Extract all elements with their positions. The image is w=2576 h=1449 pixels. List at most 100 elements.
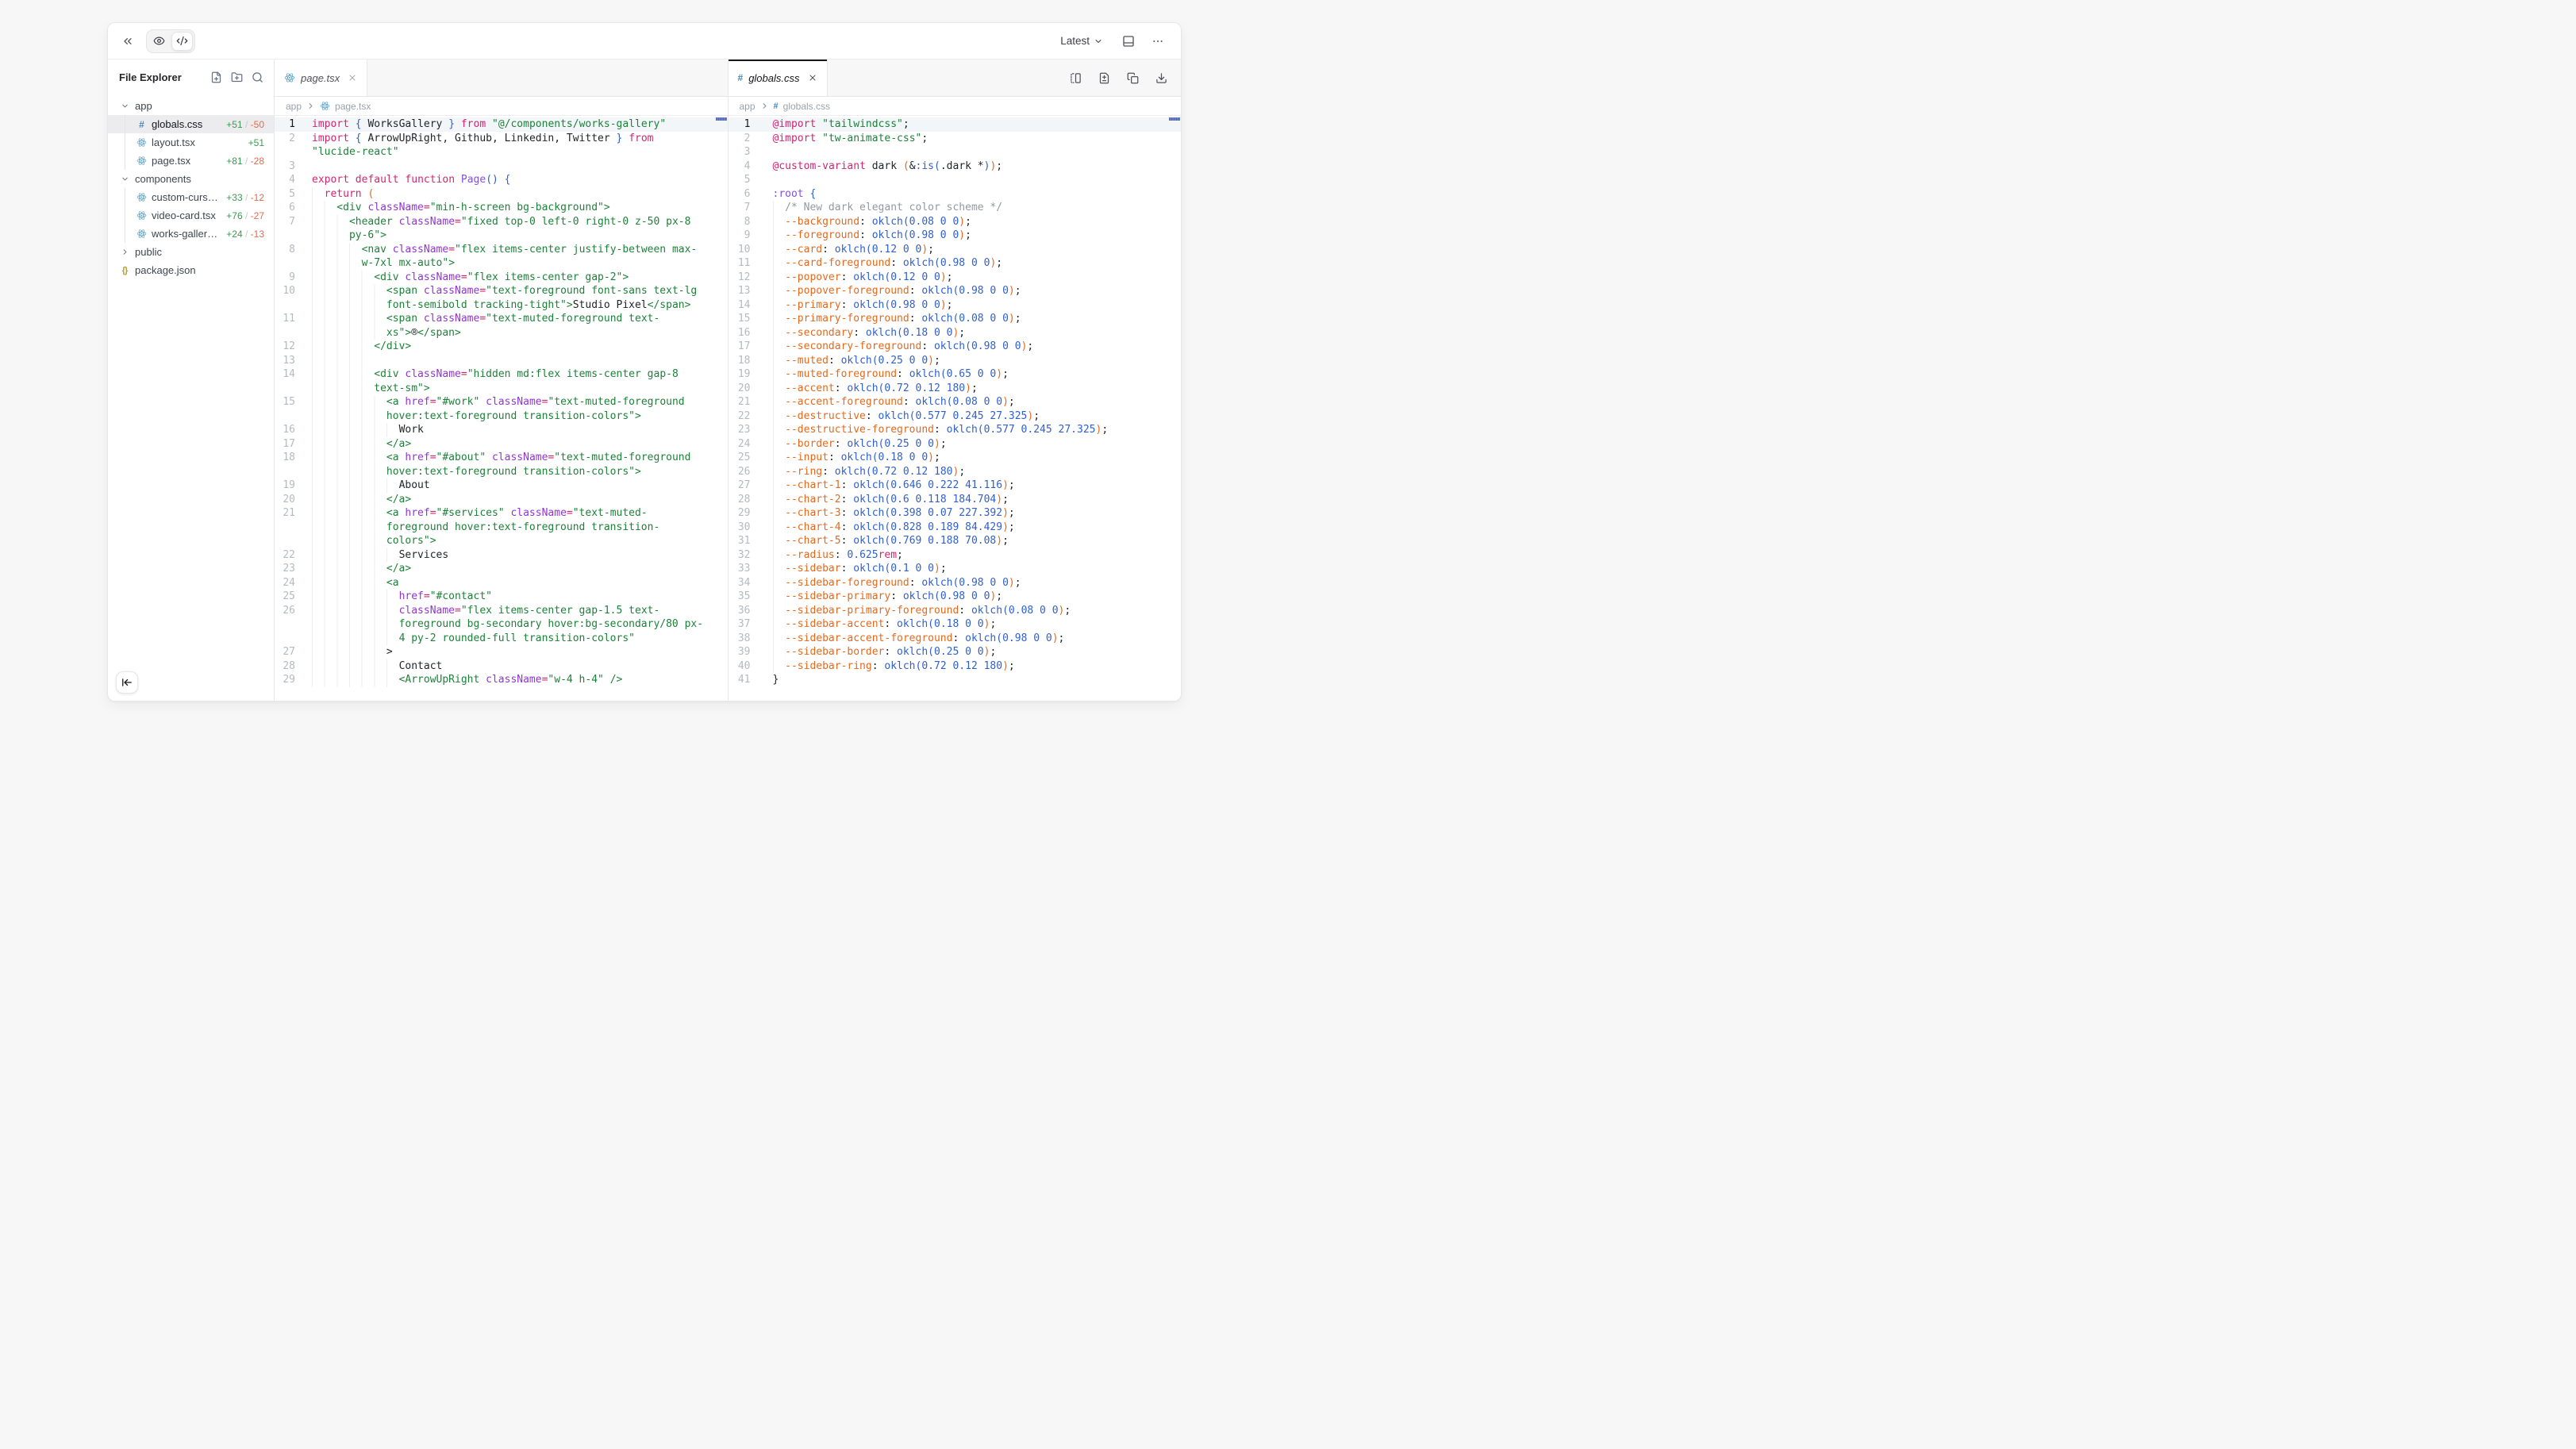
code-text xyxy=(312,354,728,368)
react-icon xyxy=(136,229,147,239)
code-line: 33--sidebar: oklch(0.1 0 0); xyxy=(729,562,1182,576)
code-text: Contact xyxy=(312,659,728,674)
tree-item-app[interactable]: app xyxy=(108,97,274,115)
line-number: 19 xyxy=(729,367,757,382)
line-number: 17 xyxy=(729,340,757,354)
tree-item-page.tsx[interactable]: page.tsx+81 / -28 xyxy=(108,152,274,170)
code-text: --chart-1: oklch(0.646 0.222 41.116); xyxy=(773,479,1182,493)
code-text: @import "tailwindcss"; xyxy=(773,117,1182,132)
code-text: <div className="flex items-center gap-2"… xyxy=(312,271,728,285)
line-number: 4 xyxy=(729,160,757,174)
close-tab-button[interactable] xyxy=(808,73,817,83)
code-text: /* New dark elegant color scheme */ xyxy=(773,201,1182,215)
code-line: 3 xyxy=(275,160,728,174)
line-number: 20 xyxy=(275,493,302,507)
code-line: 8--background: oklch(0.08 0 0); xyxy=(729,215,1182,229)
code-text: --sidebar-border: oklch(0.25 0 0); xyxy=(773,645,1182,659)
tree-item-works-galler-[interactable]: works-galler…+24 / -13 xyxy=(108,225,274,243)
code-line: 2import { ArrowUpRight, Github, Linkedin… xyxy=(275,132,728,160)
code-line: 9--foreground: oklch(0.98 0 0); xyxy=(729,229,1182,243)
collapse-panel-button[interactable] xyxy=(119,33,136,50)
code-line: 4export default function Page() { xyxy=(275,173,728,187)
line-number: 26 xyxy=(729,465,757,479)
code-line: 5 xyxy=(729,173,1182,187)
code-editor-globals-css[interactable]: 1@import "tailwindcss";2@import "tw-anim… xyxy=(729,116,1182,701)
line-number: 16 xyxy=(275,423,302,437)
search-files-button[interactable] xyxy=(252,71,263,83)
code-text: Services xyxy=(312,548,728,563)
code-text xyxy=(312,160,728,174)
code-text: --input: oklch(0.18 0 0); xyxy=(773,451,1182,465)
scrollbar-thumb[interactable] xyxy=(1169,117,1180,121)
line-number: 5 xyxy=(275,187,302,202)
breadcrumb-folder[interactable]: app xyxy=(740,101,755,112)
code-line: 1import { WorksGallery } from "@/compone… xyxy=(275,117,728,132)
tab-globals-css[interactable]: # globals.css xyxy=(729,60,828,96)
css-hash-icon: # xyxy=(136,119,148,130)
file-diff-button[interactable] xyxy=(1096,70,1113,86)
code-line: 17--secondary-foreground: oklch(0.98 0 0… xyxy=(729,340,1182,354)
tree-item-video-card.tsx[interactable]: video-card.tsx+76 / -27 xyxy=(108,206,274,225)
line-number: 2 xyxy=(729,132,757,146)
new-folder-button[interactable] xyxy=(231,71,243,83)
copy-button[interactable] xyxy=(1125,70,1141,86)
tree-item-globals.css[interactable]: #globals.css+51 / -50 xyxy=(108,115,274,133)
css-hash-icon: # xyxy=(738,72,744,83)
tree-item-layout.tsx[interactable]: layout.tsx+51 xyxy=(108,133,274,152)
file-plus-icon xyxy=(210,71,222,83)
close-tab-button[interactable] xyxy=(348,73,357,83)
line-number: 11 xyxy=(275,312,302,340)
code-text: --card: oklch(0.12 0 0); xyxy=(773,243,1182,257)
copy-icon xyxy=(1127,72,1139,84)
collapse-left-button[interactable] xyxy=(116,671,138,694)
code-text: export default function Page() { xyxy=(312,173,728,187)
code-toggle-button[interactable] xyxy=(171,32,193,51)
panel-bottom-button[interactable] xyxy=(1120,33,1137,50)
react-icon xyxy=(136,137,147,148)
code-line: 21--accent-foreground: oklch(0.08 0 0); xyxy=(729,395,1182,409)
download-icon xyxy=(1155,72,1167,84)
panel-bottom-icon xyxy=(1122,35,1135,48)
breadcrumb-folder[interactable]: app xyxy=(286,101,302,112)
tab-bar-left: page.tsx xyxy=(275,60,728,97)
tab-label: page.tsx xyxy=(301,72,340,84)
code-line: 15<a href="#work" className="text-muted-… xyxy=(275,395,728,423)
tree-item-custom-curs-[interactable]: custom-curs…+33 / -12 xyxy=(108,188,274,206)
code-line: 29--chart-3: oklch(0.398 0.07 227.392); xyxy=(729,506,1182,521)
more-options-button[interactable] xyxy=(1149,33,1167,50)
code-line: 5return ( xyxy=(275,187,728,202)
tree-item-components[interactable]: components xyxy=(108,170,274,188)
line-number: 25 xyxy=(729,451,757,465)
code-text: --ring: oklch(0.72 0.12 180); xyxy=(773,465,1182,479)
tree-item-label: public xyxy=(135,246,162,258)
code-editor-page-tsx[interactable]: 1import { WorksGallery } from "@/compone… xyxy=(275,116,728,701)
code-line: 26className="flex items-center gap-1.5 t… xyxy=(275,604,728,646)
view-toggle xyxy=(146,29,195,53)
code-text: </div> xyxy=(312,340,728,354)
tab-page-tsx[interactable]: page.tsx xyxy=(275,60,367,96)
preview-toggle-button[interactable] xyxy=(148,32,170,51)
line-number: 31 xyxy=(729,534,757,548)
diff-stats: +76 / -27 xyxy=(221,210,264,221)
line-number: 35 xyxy=(729,590,757,604)
line-number: 14 xyxy=(275,367,302,395)
scrollbar-thumb[interactable] xyxy=(716,117,727,121)
file-explorer-actions xyxy=(210,71,263,83)
split-panel-button[interactable] xyxy=(1067,70,1084,86)
version-dropdown[interactable]: Latest xyxy=(1055,34,1108,48)
tree-item-label: components xyxy=(135,173,191,185)
code-line: 10<span className="text-foreground font-… xyxy=(275,284,728,312)
code-line: 11--card-foreground: oklch(0.98 0 0); xyxy=(729,256,1182,271)
code-text: --radius: 0.625rem; xyxy=(773,548,1182,563)
top-toolbar: Latest xyxy=(108,23,1181,60)
code-line: 35--sidebar-primary: oklch(0.98 0 0); xyxy=(729,590,1182,604)
react-icon xyxy=(136,156,148,166)
download-button[interactable] xyxy=(1153,70,1170,86)
code-text: --destructive-foreground: oklch(0.577 0.… xyxy=(773,423,1182,437)
line-number: 8 xyxy=(729,215,757,229)
code-text: Work xyxy=(312,423,728,437)
new-file-button[interactable] xyxy=(210,71,222,83)
code-line: 27--chart-1: oklch(0.646 0.222 41.116); xyxy=(729,479,1182,493)
tree-item-package.json[interactable]: {}package.json xyxy=(108,261,274,279)
tree-item-public[interactable]: public xyxy=(108,243,274,261)
